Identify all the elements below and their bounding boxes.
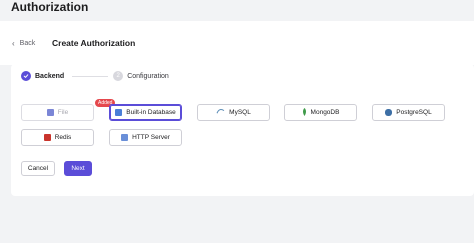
create-authorization-card: Backend 2 Configuration File Added Built… <box>11 64 474 196</box>
step-configuration-label: Configuration <box>127 72 169 80</box>
option-label: Built-in Database <box>126 109 176 116</box>
step-connector <box>72 75 109 77</box>
stepper: Backend 2 Configuration <box>21 70 169 82</box>
chevron-left-icon: ‹ <box>12 39 15 48</box>
backend-option-built-in-database[interactable]: Built-in Database <box>109 104 182 121</box>
redis-icon <box>43 134 51 141</box>
option-label: PostgreSQL <box>396 109 432 116</box>
header-title: Create Authorization <box>52 38 136 48</box>
http-server-icon <box>121 134 129 141</box>
back-label: Back <box>19 40 36 47</box>
step-backend-check-icon <box>21 71 31 81</box>
file-icon <box>46 109 54 116</box>
mongodb-icon <box>302 107 307 118</box>
backend-option-http-server[interactable]: HTTP Server <box>109 129 182 146</box>
step-backend-label: Backend <box>35 72 65 80</box>
back-link[interactable]: ‹ Back <box>12 39 36 48</box>
postgresql-icon <box>385 109 393 116</box>
database-icon <box>115 109 123 116</box>
option-label: MongoDB <box>310 109 340 116</box>
option-label: Redis <box>54 134 72 141</box>
next-button[interactable]: Next <box>64 161 92 176</box>
form-actions: Cancel Next <box>21 161 92 176</box>
step-configuration-number: 2 <box>113 71 124 81</box>
backend-option-postgresql[interactable]: PostgreSQL <box>372 104 445 121</box>
page-title: Authorization <box>11 0 89 14</box>
backend-option-redis[interactable]: Redis <box>21 129 94 146</box>
backend-option-mysql[interactable]: MySQL <box>197 104 270 121</box>
backend-option-mongodb[interactable]: MongoDB <box>284 104 357 121</box>
option-label: HTTP Server <box>132 134 170 141</box>
top-bar: Authorization <box>0 0 474 20</box>
option-label: File <box>57 109 69 116</box>
option-label: MySQL <box>229 109 251 116</box>
cancel-button[interactable]: Cancel <box>21 161 55 176</box>
backend-option-file: File <box>21 104 94 121</box>
page-header: ‹ Back Create Authorization <box>0 21 474 65</box>
mysql-icon <box>216 108 225 117</box>
